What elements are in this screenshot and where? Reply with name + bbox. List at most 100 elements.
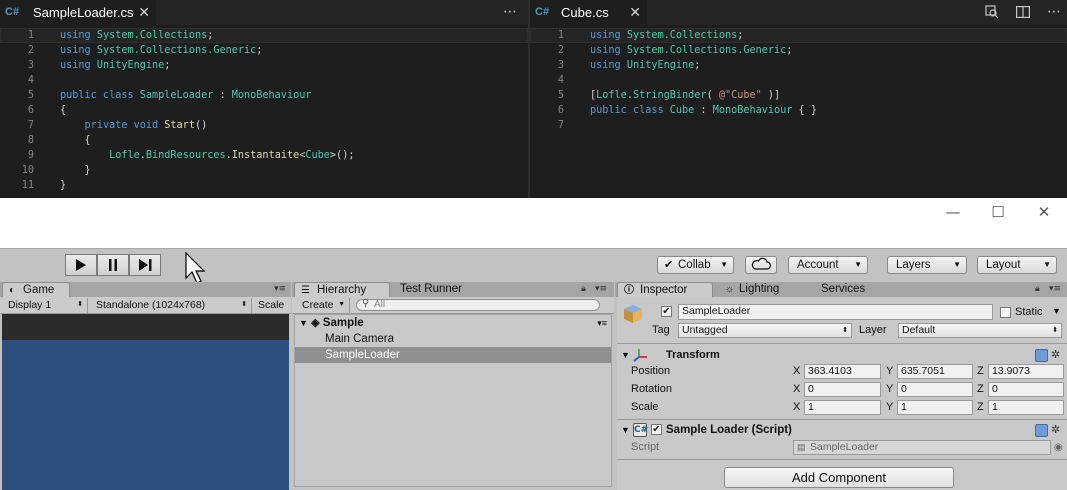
step-button[interactable]: [129, 254, 161, 276]
layers-dropdown[interactable]: Layers ▼: [887, 256, 967, 274]
collab-button[interactable]: ✔ Collab ▼: [657, 256, 734, 274]
code-token: BindResources: [145, 150, 226, 161]
scale-z-field[interactable]: 1: [988, 400, 1064, 415]
position-z-field[interactable]: 13.9073: [988, 364, 1064, 379]
gear-icon[interactable]: ✲: [1051, 423, 1060, 436]
rotation-z-field[interactable]: 0: [988, 382, 1064, 397]
code-line[interactable]: 2 using System.Collections.Generic;: [530, 43, 1067, 58]
code-token: System.Collections.Generic: [96, 45, 257, 56]
layout-dropdown[interactable]: Layout ▼: [977, 256, 1057, 274]
more-actions-icon[interactable]: ⋯: [499, 0, 521, 25]
scale-x-field[interactable]: 1: [804, 400, 881, 415]
code-line[interactable]: 4: [0, 73, 528, 88]
hierarchy-tree[interactable]: ▼ ◈ Sample ▾≡ Main Camera SampleLoader: [294, 314, 612, 487]
code-line[interactable]: 6{: [0, 103, 528, 118]
rotation-x-field[interactable]: 0: [804, 382, 881, 397]
static-dropdown-arrow-icon[interactable]: ▼: [1052, 304, 1061, 319]
line-number: 1: [557, 30, 564, 41]
close-window-icon[interactable]: ✕: [1033, 204, 1055, 220]
script-enabled-checkbox[interactable]: ✔: [651, 424, 662, 435]
search-input[interactable]: ⚲ All: [356, 298, 600, 311]
hierarchy-item-sampleloader[interactable]: SampleLoader: [295, 347, 611, 363]
tab-services[interactable]: Services: [815, 282, 885, 297]
help-book-icon[interactable]: [1035, 424, 1048, 437]
scene-menu-icon[interactable]: ▾≡: [597, 315, 607, 331]
add-component-button[interactable]: Add Component: [724, 467, 954, 488]
minimize-icon[interactable]: —: [942, 204, 964, 220]
code-line[interactable]: 1 using System.Collections;: [0, 28, 528, 43]
create-dropdown[interactable]: Create ▼: [298, 298, 350, 313]
object-name-field[interactable]: SampleLoader: [678, 304, 993, 320]
pause-button[interactable]: [97, 254, 129, 276]
layer-dropdown[interactable]: Default ⬍: [898, 323, 1062, 338]
code-line[interactable]: 11}: [0, 178, 528, 193]
position-x-field[interactable]: 363.4103: [804, 364, 881, 379]
line-number: 5: [557, 90, 564, 101]
hierarchy-item-main-camera[interactable]: Main Camera: [295, 331, 611, 347]
code-line[interactable]: 10 }: [0, 163, 528, 178]
account-dropdown[interactable]: Account ▼: [788, 256, 868, 274]
maximize-icon[interactable]: ☐: [987, 204, 1009, 220]
display-dropdown[interactable]: Display 1 ⬍: [4, 298, 88, 313]
tab-sampleloader-cs[interactable]: C# SampleLoader.cs ✕: [0, 0, 156, 25]
code-editor-left[interactable]: C# SampleLoader.cs ✕ ⋯ 1 using System.Col…: [0, 0, 528, 198]
more-actions-icon[interactable]: ⋯: [1043, 0, 1065, 25]
scale-y-field[interactable]: 1: [897, 400, 973, 415]
resolution-dropdown[interactable]: Standalone (1024x768) ⬍: [92, 298, 252, 313]
panel-menu-icon[interactable]: ▾≡: [274, 284, 286, 294]
script-field[interactable]: ▤ SampleLoader: [793, 440, 1051, 455]
rotation-y-field[interactable]: 0: [897, 382, 973, 397]
static-checkbox[interactable]: [1000, 307, 1011, 318]
code-line[interactable]: 7 private void Start(): [0, 118, 528, 133]
cloud-button[interactable]: [745, 256, 777, 274]
close-icon[interactable]: ✕: [138, 0, 150, 25]
code-token: UnityEngine: [626, 60, 695, 71]
tab-cube-cs[interactable]: C# Cube.cs ✕: [530, 0, 647, 25]
gear-icon[interactable]: ✲: [1051, 348, 1060, 361]
hierarchy-item-label: Main Camera: [325, 333, 395, 345]
expand-arrow-icon[interactable]: ▼: [621, 423, 630, 438]
code-line[interactable]: 5 [Lofle.StringBinder( @"Cube" )]: [530, 88, 1067, 103]
panel-menu-icon[interactable]: ▾≡: [1049, 284, 1061, 294]
scene-row[interactable]: ▼ ◈ Sample ▾≡: [295, 315, 611, 331]
code-line[interactable]: 1 using System.Collections;: [530, 28, 1067, 43]
code-token: using: [60, 60, 97, 71]
game-view[interactable]: [2, 314, 289, 490]
tab-test-runner[interactable]: Test Runner: [394, 282, 484, 297]
code-line[interactable]: 7: [530, 118, 1067, 133]
lock-icon[interactable]: 🔒︎: [581, 284, 586, 294]
tab-hierarchy[interactable]: ☰ Hierarchy: [294, 282, 390, 297]
unity-scene-icon: ◈: [311, 317, 320, 329]
lock-icon[interactable]: 🔒︎: [1035, 284, 1040, 294]
code-area[interactable]: 1 using System.Collections; 2 using System.…: [530, 28, 1067, 133]
info-icon: ⓘ: [624, 285, 634, 296]
scale-label: Scale: [631, 401, 659, 413]
static-label: Static: [1015, 306, 1043, 318]
code-line[interactable]: 2 using System.Collections.Generic;: [0, 43, 528, 58]
code-line[interactable]: 5 public class SampleLoader : MonoBehavio…: [0, 88, 528, 103]
code-line[interactable]: 9 Lofle.BindResources.Instantaite<Cube>(…: [0, 148, 528, 163]
tag-dropdown[interactable]: Untagged ⬍: [678, 323, 852, 338]
position-y-field[interactable]: 635.7051: [897, 364, 973, 379]
code-line[interactable]: 6 public class Cube : MonoBehaviour { }: [530, 103, 1067, 118]
scale-slider-label[interactable]: Scale: [254, 298, 290, 313]
split-editor-icon[interactable]: [1012, 0, 1034, 25]
code-line[interactable]: 3 using UnityEngine;: [530, 58, 1067, 73]
active-checkbox[interactable]: ✔: [661, 306, 672, 317]
code-line[interactable]: 8 {: [0, 133, 528, 148]
code-editor-right[interactable]: C# Cube.cs ✕ ⋯ 1 using System.Collections…: [530, 0, 1067, 198]
tab-lighting[interactable]: ☼ Lighting: [719, 282, 807, 297]
panel-menu-icon[interactable]: ▾≡: [595, 284, 607, 294]
code-area[interactable]: 1 using System.Collections; 2 using System.…: [0, 28, 528, 193]
close-icon[interactable]: ✕: [629, 0, 641, 25]
help-book-icon[interactable]: [1035, 349, 1048, 362]
expand-arrow-icon[interactable]: ▼: [621, 348, 630, 363]
tab-game[interactable]: ◐ Game: [2, 282, 70, 297]
object-picker-icon[interactable]: ◉: [1054, 440, 1063, 455]
tab-inspector[interactable]: ⓘ Inspector: [617, 282, 713, 297]
code-token: using: [60, 45, 97, 56]
code-line[interactable]: 4: [530, 73, 1067, 88]
play-button[interactable]: [65, 254, 97, 276]
open-changes-icon[interactable]: [981, 0, 1003, 25]
code-line[interactable]: 3 using UnityEngine;: [0, 58, 528, 73]
